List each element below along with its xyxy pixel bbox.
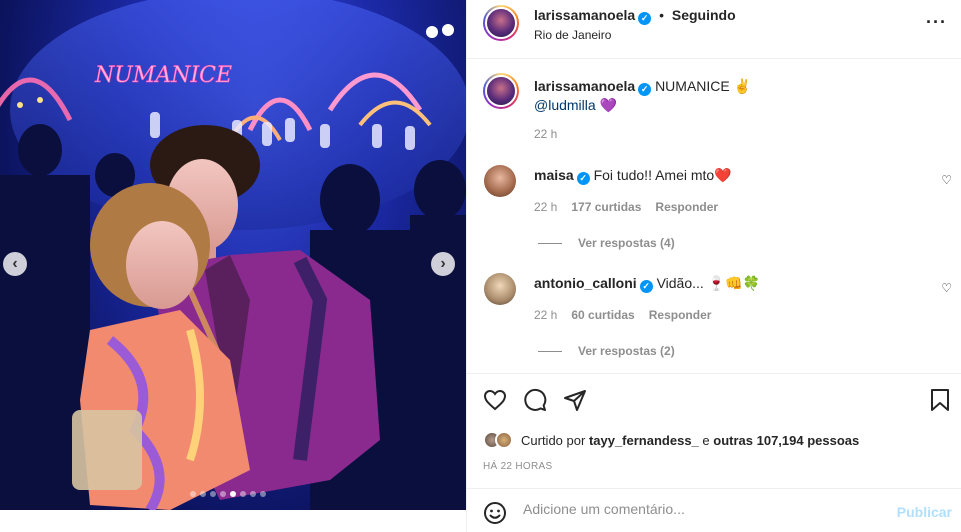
following-button[interactable]: Seguindo (672, 7, 736, 23)
liker-avatar[interactable] (495, 431, 513, 449)
comment-input[interactable] (523, 501, 883, 517)
chevron-left-icon: ‹ (12, 255, 18, 272)
comment-username[interactable]: antonio_calloni (534, 275, 637, 291)
author-username[interactable]: larissamanoela (534, 7, 635, 23)
verified-badge-icon: ✓ (639, 280, 653, 293)
emoji-icon[interactable] (483, 501, 507, 525)
post-location[interactable]: Rio de Janeiro (534, 28, 611, 42)
comment-text: Vidão... 🍷👊🍀 (656, 275, 760, 291)
comment-body: antonio_calloni ✓ Vidão... 🍷👊🍀 (534, 275, 760, 293)
photo-illustration: NUMANICE (0, 0, 466, 532)
comment-text: Foi tudo!! Amei mto❤️ (593, 167, 732, 183)
comment-meta: 22 h 177 curtidas Responder (534, 200, 718, 214)
comment-like-heart-icon[interactable]: ♡ (941, 281, 952, 295)
comment-username[interactable]: maisa (534, 167, 574, 183)
author-avatar[interactable] (483, 5, 519, 41)
caption-username[interactable]: larissamanoela (534, 78, 635, 94)
view-replies-label: Ver respostas (2) (578, 344, 675, 358)
comment-time[interactable]: 22 h (534, 200, 557, 214)
likes-user[interactable]: tayy_fernandess_ (589, 433, 699, 448)
likes-middle: e (702, 432, 710, 448)
reply-button[interactable]: Responder (655, 200, 718, 214)
comment-time[interactable]: 22 h (534, 308, 557, 322)
reply-button[interactable]: Responder (649, 308, 712, 322)
comment-likes[interactable]: 60 curtidas (571, 308, 634, 322)
view-replies-button[interactable]: Ver respostas (2) (538, 344, 675, 358)
carousel-dot (240, 491, 246, 497)
caption-time[interactable]: 22 h (534, 127, 557, 141)
carousel-next-button[interactable]: › (431, 252, 455, 276)
likes-summary: Curtido por tayy_fernandess_ e outras 10… (483, 431, 859, 449)
carousel-dot (230, 491, 236, 497)
caption-avatar[interactable] (483, 73, 519, 109)
carousel-dot (200, 491, 206, 497)
carousel-dot (210, 491, 216, 497)
carousel-dots (190, 491, 266, 497)
replies-divider (538, 350, 562, 352)
caption-emoji: 💜 (599, 97, 618, 113)
caption-mention[interactable]: @ludmilla (534, 97, 596, 113)
comment-icon[interactable] (523, 388, 547, 412)
publish-button[interactable]: Publicar (897, 504, 952, 520)
comment-meta: 22 h 60 curtidas Responder (534, 308, 711, 322)
posted-time[interactable]: HÁ 22 HORAS (483, 461, 552, 472)
like-heart-icon[interactable] (483, 388, 507, 412)
caption-text: NUMANICE ✌ (655, 78, 752, 94)
post-header: larissamanoela ✓ • Seguindo Rio de Janeir… (467, 0, 961, 59)
caption: larissamanoela ✓ NUMANICE ✌ @ludmilla 💜 (534, 77, 934, 114)
carousel-dot (250, 491, 256, 497)
comments-section[interactable]: larissamanoela ✓ NUMANICE ✌ @ludmilla 💜 2… (467, 60, 961, 372)
carousel-dot (190, 491, 196, 497)
comment-like-heart-icon[interactable]: ♡ (941, 173, 952, 187)
chevron-right-icon: › (440, 255, 446, 272)
carousel-dot (220, 491, 226, 497)
replies-divider (538, 242, 562, 244)
neon-sign-text: NUMANICE (94, 63, 232, 88)
likes-prefix: Curtido por (521, 432, 586, 448)
photo-bottom-strip (0, 510, 466, 532)
carousel-prev-button[interactable]: ‹ (3, 252, 27, 276)
author-line: larissamanoela ✓ • Seguindo (534, 7, 736, 25)
post-details-panel: larissamanoela ✓ • Seguindo Rio de Janeir… (466, 0, 961, 532)
verified-badge-icon: ✓ (638, 83, 652, 96)
post-photo[interactable]: NUMANICE ‹ › (0, 0, 466, 532)
view-replies-label: Ver respostas (4) (578, 236, 675, 250)
post-actions: Curtido por tayy_fernandess_ e outras 10… (467, 373, 961, 532)
comment-body: maisa ✓ Foi tudo!! Amei mto❤️ (534, 167, 732, 185)
add-comment-bar: Publicar (467, 488, 961, 532)
share-icon[interactable] (563, 388, 587, 412)
likes-others[interactable]: outras 107,194 pessoas (713, 433, 859, 448)
comment-likes[interactable]: 177 curtidas (571, 200, 641, 214)
more-options-icon[interactable]: ··· (926, 12, 947, 33)
carousel-dot (260, 491, 266, 497)
comment-avatar[interactable] (484, 273, 516, 305)
view-replies-button[interactable]: Ver respostas (4) (538, 236, 675, 250)
likes-text: Curtido por tayy_fernandess_ e outras 10… (521, 433, 859, 448)
comment-avatar[interactable] (484, 165, 516, 197)
verified-badge-icon: ✓ (576, 172, 590, 185)
header-separator: • (659, 7, 664, 23)
save-bookmark-icon[interactable] (929, 388, 951, 412)
verified-badge-icon: ✓ (638, 12, 652, 25)
